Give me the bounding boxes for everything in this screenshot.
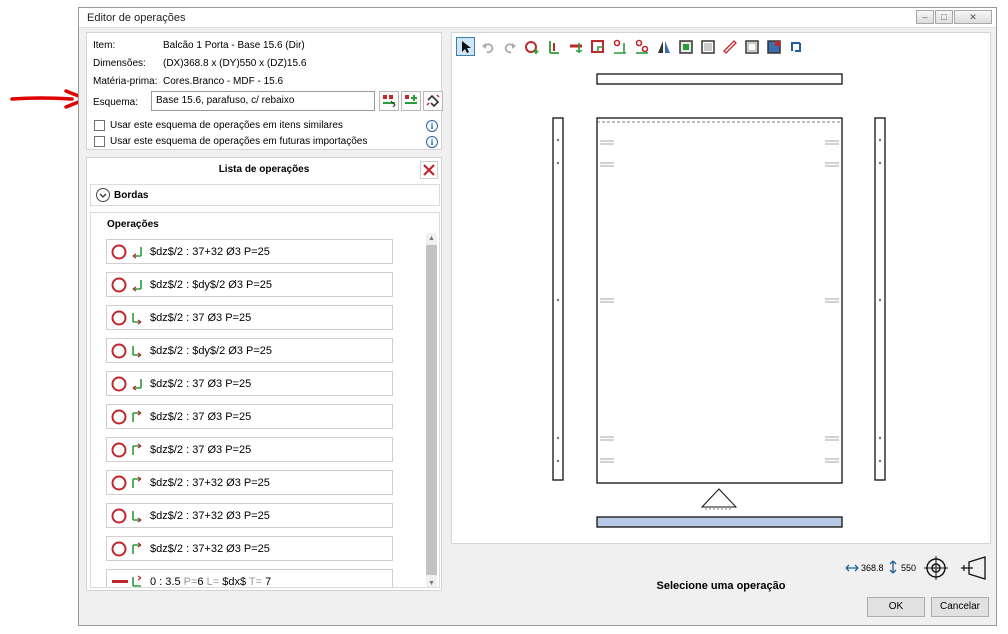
operation-text: $dz$/2 : 37+32 Ø3 P=25 (150, 477, 270, 489)
scroll-up-icon[interactable]: ▲ (426, 233, 437, 244)
future-imports-checkbox[interactable] (94, 136, 105, 147)
drill-hole-icon (111, 442, 142, 458)
future-imports-label: Usar este esquema de operações em futura… (110, 136, 368, 147)
maximize-button[interactable]: □ (935, 10, 953, 24)
similar-items-label: Usar este esquema de operações em itens … (110, 120, 343, 131)
operation-text: $dz$/2 : 37 Ø3 P=25 (150, 312, 252, 324)
operations-list-title: Lista de operações (218, 164, 310, 175)
operation-text: $dz$/2 : 37+32 Ø3 P=25 (150, 543, 270, 555)
info-icon[interactable]: i (426, 120, 438, 132)
center-view-icon[interactable] (923, 555, 949, 581)
esquema-field[interactable]: Base 15.6, parafuso, c/ rebaixo (151, 91, 375, 111)
operation-text: $dz$/2 : 37+32 Ø3 P=25 (150, 510, 270, 522)
window-title: Editor de operações (87, 12, 186, 24)
groove-icon (112, 575, 142, 587)
operation-text: $dz$/2 : 37 Ø3 P=25 (150, 444, 252, 456)
material-value: Cores.Branco - MDF - 15.6 (163, 76, 284, 87)
item-label: Item: (93, 40, 116, 51)
drill-hole-icon (111, 541, 142, 557)
width-arrow-icon (845, 564, 859, 572)
item-info-panel: Item: Balcão 1 Porta - Base 15.6 (Dir) D… (86, 32, 443, 150)
operation-text: $dz$/2 : 37+32 Ø3 P=25 (150, 246, 270, 258)
operation-item[interactable]: $dz$/2 : 37 Ø3 P=25 (106, 305, 393, 330)
scroll-thumb[interactable] (426, 245, 437, 575)
part-drawing (552, 73, 886, 528)
close-window-button[interactable]: ✕ (954, 10, 992, 24)
operations-editor-window: Editor de operações – □ ✕ Item: Balcão 1… (78, 7, 997, 626)
delete-operation-button[interactable] (420, 161, 438, 179)
drill-hole-icon (111, 508, 142, 524)
operation-text: $dz$/2 : $dy$/2 Ø3 P=25 (150, 345, 273, 357)
operation-item[interactable]: $dz$/2 : 37 Ø3 P=25 (106, 437, 393, 462)
main-panel-part[interactable] (596, 117, 843, 484)
dimensions-value: (DX)368.8 x (DY)550 x (DZ)15.6 (163, 58, 307, 69)
unlink-scheme-button[interactable] (423, 91, 443, 111)
operations-scrollbar[interactable]: ▲ ▼ (426, 233, 437, 587)
cancel-button[interactable]: Cancelar (931, 597, 989, 617)
operation-item[interactable]: $dz$/2 : 37 Ø3 P=25 (106, 404, 393, 429)
dimensions-label: Dimensões: (93, 58, 146, 69)
info-icon[interactable]: i (426, 136, 438, 148)
operation-item[interactable]: $dz$/2 : 37+32 Ø3 P=25 (106, 470, 393, 495)
operation-item[interactable]: $dz$/2 : 37 Ø3 P=25 (106, 371, 393, 396)
unlink-icon (426, 94, 440, 108)
ok-button[interactable]: OK (867, 597, 925, 617)
bordas-section[interactable]: Bordas (90, 184, 440, 206)
scroll-down-icon[interactable]: ▼ (426, 578, 437, 587)
drill-hole-icon (111, 244, 142, 260)
drill-hole-icon (111, 277, 142, 293)
drill-hole-icon (111, 475, 142, 491)
edit-scheme-button[interactable] (379, 91, 399, 111)
scheme-edit-icon (383, 95, 396, 108)
chevron-down-icon[interactable] (96, 188, 110, 202)
front-indicator-icon (700, 488, 738, 508)
similar-items-checkbox[interactable] (94, 120, 105, 131)
operations-list: $dz$/2 : 37+32 Ø3 P=25 $dz$/2 : $dy$/2 Ø… (106, 233, 396, 588)
new-scheme-button[interactable] (401, 91, 421, 111)
operations-group: Operações $dz$/2 : 37+32 Ø3 P=25 $dz$/2 … (90, 212, 440, 588)
scheme-new-icon (405, 95, 417, 104)
operation-item[interactable]: $dz$/2 : $dy$/2 Ø3 P=25 (106, 272, 393, 297)
drill-hole-icon (111, 376, 142, 392)
check-future-row[interactable]: Usar este esquema de operações em futura… (94, 136, 367, 147)
operations-list-panel: Lista de operações Bordas Operações $dz$… (86, 157, 442, 591)
operation-item[interactable]: $dz$/2 : 37+32 Ø3 P=25 (106, 503, 393, 528)
bordas-label: Bordas (114, 190, 149, 201)
operation-text: $dz$/2 : 37 Ø3 P=25 (150, 411, 252, 423)
drawing-panel (451, 32, 991, 544)
top-edge-part[interactable] (596, 73, 843, 85)
operation-text: $dz$/2 : $dy$/2 Ø3 P=25 (150, 279, 273, 291)
drill-hole-icon (111, 409, 142, 425)
material-label: Matéria-prima: (93, 76, 158, 87)
operation-item[interactable]: 0 : 3.5 P=6 L= $dx$ T= 7 (106, 569, 393, 588)
height-arrow-icon (889, 560, 897, 574)
operation-item[interactable]: $dz$/2 : 37+32 Ø3 P=25 (106, 239, 393, 264)
perspective-view-icon[interactable] (959, 556, 989, 580)
status-message: Selecione uma operação (656, 580, 786, 592)
operation-text: 0 : 3.5 P=6 L= $dx$ T= 7 (150, 576, 272, 588)
minimize-button[interactable]: – (916, 10, 934, 24)
close-icon (423, 164, 435, 176)
drill-hole-icon (111, 343, 142, 359)
title-bar: Editor de operações – □ ✕ (79, 8, 996, 28)
operation-item[interactable]: $dz$/2 : 37+32 Ø3 P=25 (106, 536, 393, 561)
operation-item[interactable]: $dz$/2 : $dy$/2 Ø3 P=25 (106, 338, 393, 363)
view-tools: 368.8 550 (841, 553, 991, 583)
operation-text: $dz$/2 : 37 Ø3 P=25 (150, 378, 252, 390)
width-value: 368.8 (861, 563, 884, 573)
height-value: 550 (901, 563, 917, 573)
check-similar-row[interactable]: Usar este esquema de operações em itens … (94, 120, 343, 131)
drill-hole-icon (111, 310, 142, 326)
bottom-edge-part-selected[interactable] (596, 516, 843, 528)
item-value: Balcão 1 Porta - Base 15.6 (Dir) (163, 40, 305, 51)
operations-label: Operações (107, 219, 159, 230)
